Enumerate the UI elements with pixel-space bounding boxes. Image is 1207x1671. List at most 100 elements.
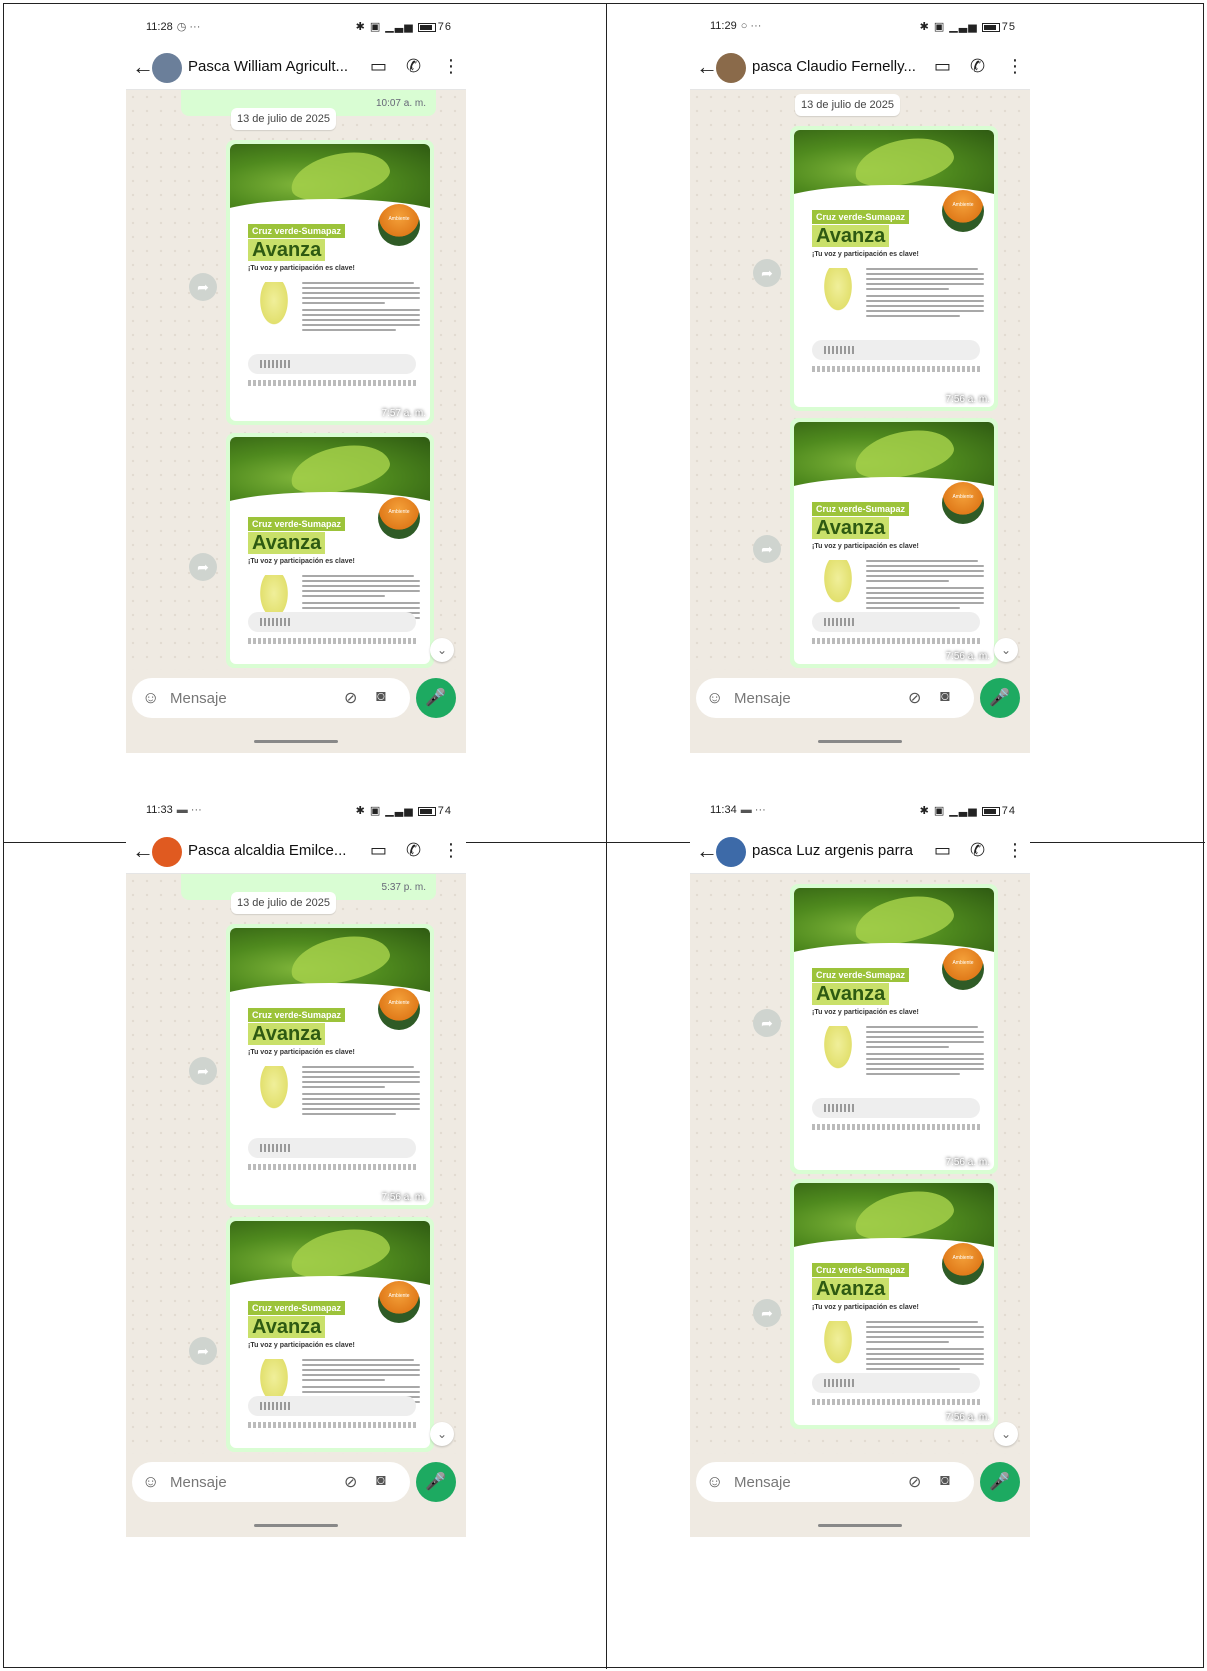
camera-icon[interactable]: ◙ [376,1472,386,1490]
image-message-bubble[interactable]: Ambiente Cruz verde-Sumapaz Avanza ¡Tu v… [226,140,434,425]
image-message-bubble[interactable]: Ambiente Cruz verde-Sumapaz Avanza ¡Tu v… [790,1179,998,1429]
scroll-down-button[interactable]: ⌄ [430,1422,454,1446]
avatar[interactable] [152,837,182,867]
camera-icon[interactable]: ◙ [376,688,386,706]
poster-title: Avanza [248,239,326,261]
chat-area[interactable]: 10:07 a. m. 13 de julio de 2025 ➦ Ambien… [126,90,466,670]
more-options-icon[interactable]: ⋮ [1006,56,1024,77]
avatar[interactable] [716,53,746,83]
poster-image[interactable]: Ambiente Cruz verde-Sumapaz Avanza ¡Tu v… [794,422,994,664]
voice-call-icon[interactable]: ✆ [970,56,985,77]
chat-header: ← Pasca William Agricult... ▭ ✆ ⋮ [126,46,466,90]
mic-button[interactable]: 🎤 [416,1462,456,1502]
message-input-bar: ☺ Mensaje ⊘ ◙ 🎤 [126,1454,466,1512]
emoji-icon[interactable]: ☺ [706,1472,723,1492]
mic-button[interactable]: 🎤 [416,678,456,718]
forward-icon[interactable]: ➦ [753,1299,781,1327]
attach-icon[interactable]: ⊘ [908,688,921,708]
chat-area[interactable]: ➦ Ambiente Cruz verde-Sumapaz Avanza ¡Tu… [690,874,1030,1454]
scroll-down-button[interactable]: ⌄ [994,638,1018,662]
more-options-icon[interactable]: ⋮ [1006,840,1024,861]
poster-ribbon: Cruz verde-Sumapaz [248,517,346,531]
voice-call-icon[interactable]: ✆ [970,840,985,861]
attach-icon[interactable]: ⊘ [344,1472,357,1492]
video-call-icon[interactable]: ▭ [370,840,387,861]
message-placeholder[interactable]: Mensaje [734,1474,791,1491]
back-arrow-icon[interactable]: ← [132,54,154,80]
message-input[interactable]: ☺ Mensaje ⊘ ◙ [696,678,974,718]
forward-icon[interactable]: ➦ [753,1009,781,1037]
emoji-icon[interactable]: ☺ [706,688,723,708]
attach-icon[interactable]: ⊘ [908,1472,921,1492]
poster-footer [812,366,980,372]
poster-image[interactable]: Ambiente Cruz verde-Sumapaz Avanza ¡Tu v… [794,130,994,407]
message-placeholder[interactable]: Mensaje [170,1474,227,1491]
contact-name[interactable]: pasca Claudio Fernelly... [752,58,917,75]
scroll-down-button[interactable]: ⌄ [994,1422,1018,1446]
back-arrow-icon[interactable]: ← [696,838,718,864]
message-input-bar: ☺ Mensaje ⊘ ◙ 🎤 [690,670,1030,728]
poster-ribbon: Cruz verde-Sumapaz [812,968,910,982]
mic-button[interactable]: 🎤 [980,678,1020,718]
more-options-icon[interactable]: ⋮ [442,840,460,861]
attach-icon[interactable]: ⊘ [344,688,357,708]
forward-icon[interactable]: ➦ [189,553,217,581]
message-placeholder[interactable]: Mensaje [734,690,791,707]
back-arrow-icon[interactable]: ← [132,838,154,864]
video-call-icon[interactable]: ▭ [934,56,951,77]
avatar[interactable] [152,53,182,83]
phone-screenshot: 11:34 ▬ ··· ✱ ▣ ▁▃▅ 74 ← pasca Luz argeni… [690,792,1030,1537]
camera-icon[interactable]: ◙ [940,688,950,706]
poster-image[interactable]: Ambiente Cruz verde-Sumapaz Avanza ¡Tu v… [230,144,430,421]
more-options-icon[interactable]: ⋮ [442,56,460,77]
status-time: 11:28 [146,21,173,33]
forward-icon[interactable]: ➦ [189,1057,217,1085]
poster-body-text [866,1026,984,1078]
forward-icon[interactable]: ➦ [189,1337,217,1365]
message-input-bar: ☺ Mensaje ⊘ ◙ 🎤 [690,1454,1030,1512]
forward-icon[interactable]: ➦ [753,535,781,563]
poster-image[interactable]: Ambiente Cruz verde-Sumapaz Avanza ¡Tu v… [230,928,430,1205]
forward-icon[interactable]: ➦ [189,273,217,301]
image-message-bubble[interactable]: Ambiente Cruz verde-Sumapaz Avanza ¡Tu v… [790,884,998,1174]
message-time: 5:37 p. m. [381,882,426,893]
video-call-icon[interactable]: ▭ [370,56,387,77]
battery-icon [981,22,1000,32]
status-extra: ◷ ··· [176,21,201,33]
emoji-icon[interactable]: ☺ [142,688,159,708]
voice-call-icon[interactable]: ✆ [406,840,421,861]
poster-image[interactable]: Ambiente Cruz verde-Sumapaz Avanza ¡Tu v… [794,1183,994,1425]
message-placeholder[interactable]: Mensaje [170,690,227,707]
message-time: 7:56 a. m. [381,1192,426,1203]
chat-area[interactable]: 13 de julio de 2025 ➦ Ambiente Cruz verd… [690,90,1030,670]
message-input[interactable]: ☺ Mensaje ⊘ ◙ [132,1462,410,1502]
avatar[interactable] [716,837,746,867]
poster-badge: Ambiente [378,988,420,1030]
poster-image[interactable]: Ambiente Cruz verde-Sumapaz Avanza ¡Tu v… [794,888,994,1170]
poster-image[interactable]: Ambiente Cruz verde-Sumapaz Avanza ¡Tu v… [230,437,430,664]
poster-ribbon: Cruz verde-Sumapaz [248,224,346,238]
image-message-bubble[interactable]: Ambiente Cruz verde-Sumapaz Avanza ¡Tu v… [226,433,434,668]
poster-image[interactable]: Ambiente Cruz verde-Sumapaz Avanza ¡Tu v… [230,1221,430,1448]
image-message-bubble[interactable]: Ambiente Cruz verde-Sumapaz Avanza ¡Tu v… [226,924,434,1209]
back-arrow-icon[interactable]: ← [696,54,718,80]
voice-call-icon[interactable]: ✆ [406,56,421,77]
forward-icon[interactable]: ➦ [753,259,781,287]
video-call-icon[interactable]: ▭ [934,840,951,861]
image-message-bubble[interactable]: Ambiente Cruz verde-Sumapaz Avanza ¡Tu v… [790,418,998,668]
contact-name[interactable]: Pasca William Agricult... [188,58,353,75]
scroll-down-button[interactable]: ⌄ [430,638,454,662]
chat-area[interactable]: 5:37 p. m. 13 de julio de 2025 ➦ Ambient… [126,874,466,1454]
contact-name[interactable]: Pasca alcaldia Emilce... [188,842,353,859]
mic-button[interactable]: 🎤 [980,1462,1020,1502]
message-input[interactable]: ☺ Mensaje ⊘ ◙ [696,1462,974,1502]
message-input[interactable]: ☺ Mensaje ⊘ ◙ [132,678,410,718]
home-indicator [818,1524,902,1527]
emoji-icon[interactable]: ☺ [142,1472,159,1492]
poster-title: Avanza [812,983,890,1005]
poster-footer [248,1422,416,1428]
image-message-bubble[interactable]: Ambiente Cruz verde-Sumapaz Avanza ¡Tu v… [790,126,998,411]
contact-name[interactable]: pasca Luz argenis parra [752,842,917,859]
image-message-bubble[interactable]: Ambiente Cruz verde-Sumapaz Avanza ¡Tu v… [226,1217,434,1452]
camera-icon[interactable]: ◙ [940,1472,950,1490]
